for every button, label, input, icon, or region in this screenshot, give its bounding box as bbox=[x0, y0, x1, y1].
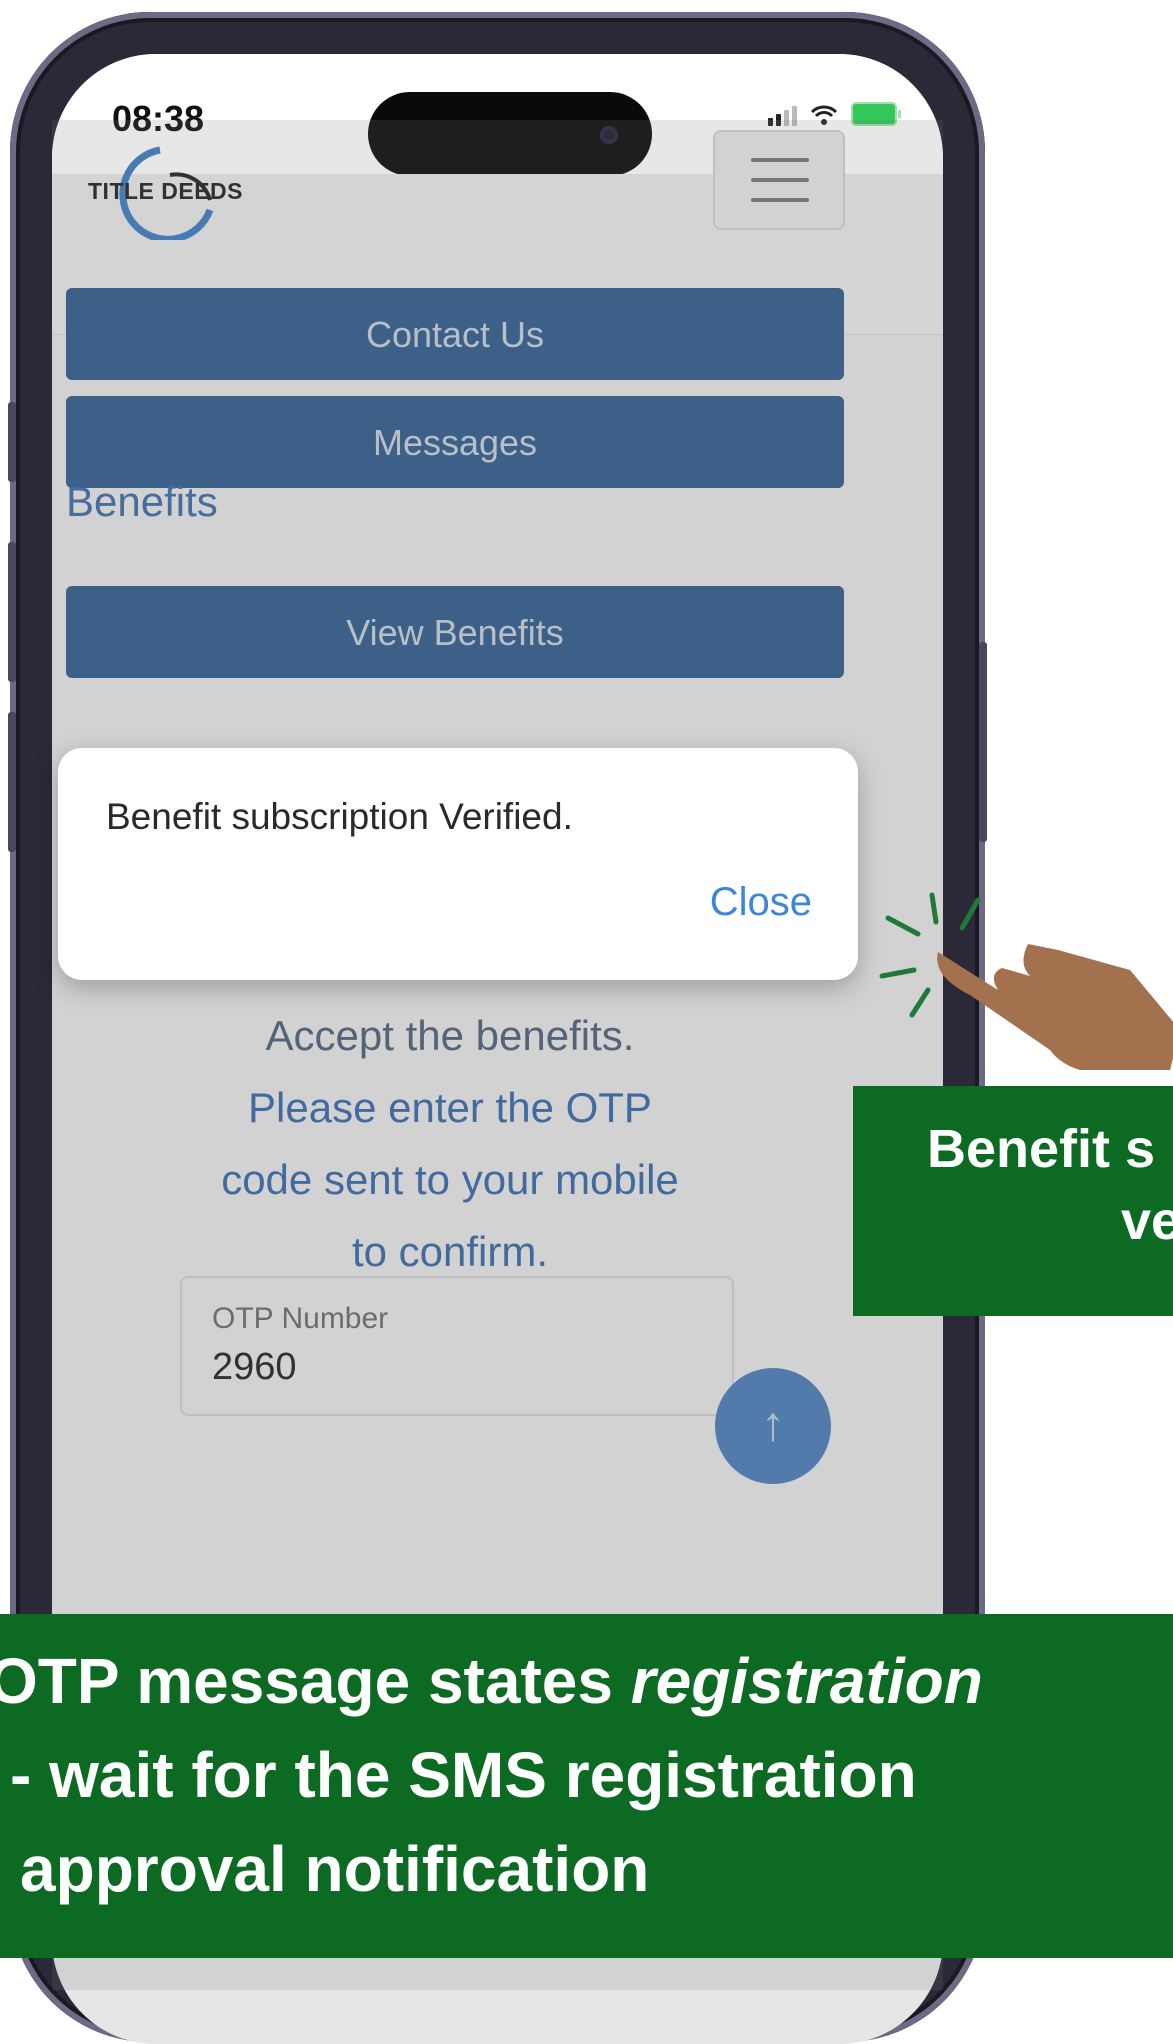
annotation-bottom-italic: registration bbox=[630, 1645, 983, 1717]
annotation-benefit-verified: Benefit s ve bbox=[853, 1086, 1173, 1316]
dialog-close-button[interactable]: Close bbox=[710, 880, 812, 925]
annotation-bottom-line-1-text: OTP message states bbox=[0, 1645, 631, 1717]
phone-side-button bbox=[8, 402, 16, 482]
annotation-right-line-2: ve bbox=[1121, 1191, 1173, 1251]
annotation-bottom-line-2: - wait for the SMS registration bbox=[10, 1739, 917, 1811]
annotation-otp-registration: OTP message states registration - wait f… bbox=[0, 1614, 1173, 1958]
phone-power-button bbox=[979, 642, 987, 842]
annotation-bottom-line-1: OTP message states registration bbox=[0, 1644, 983, 1718]
pointing-hand-icon bbox=[937, 944, 1173, 1070]
annotation-right-line-1: Benefit s bbox=[927, 1119, 1156, 1179]
annotation-bottom-line-3: approval notification bbox=[20, 1833, 650, 1905]
phone-side-button bbox=[8, 542, 16, 682]
verification-dialog: Benefit subscription Verified. Close bbox=[58, 748, 858, 980]
dialog-message: Benefit subscription Verified. bbox=[106, 796, 573, 837]
phone-side-button bbox=[8, 712, 16, 852]
